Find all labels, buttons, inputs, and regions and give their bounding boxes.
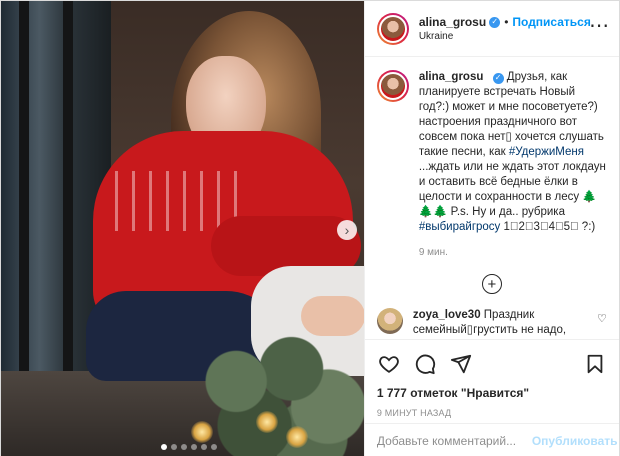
caption-text: alina_grosu ✓ Друзья, как планируете вст… bbox=[419, 70, 607, 260]
post-header: alina_grosu ✓ • Подписаться Ukraine ⋯ bbox=[364, 1, 619, 57]
follow-button[interactable]: Подписаться bbox=[512, 15, 590, 29]
carousel-dots bbox=[161, 444, 217, 450]
avatar[interactable] bbox=[376, 70, 409, 102]
caption-text-part: ...ждать или не ждать этот локдаун и ост… bbox=[418, 161, 606, 218]
fairy-light bbox=[286, 426, 308, 448]
hashtag-link[interactable]: #УдержиМеня bbox=[509, 146, 584, 158]
verified-badge-icon: ✓ bbox=[489, 16, 501, 28]
carousel-dot bbox=[211, 444, 217, 450]
avatar[interactable] bbox=[376, 12, 409, 45]
next-photo-button[interactable]: › bbox=[337, 220, 357, 240]
comment-item: zoya_love30 Праздник семейный▯грустить н… bbox=[376, 308, 607, 338]
instagram-post: › alina_grosu ✓ • Подписаться Ukraine ⋯ … bbox=[0, 0, 620, 456]
chevron-right-icon: › bbox=[344, 222, 350, 238]
share-paper-plane-icon[interactable] bbox=[449, 352, 473, 376]
carousel-dot bbox=[161, 444, 167, 450]
hand bbox=[301, 296, 364, 336]
bookmark-icon[interactable] bbox=[583, 352, 607, 376]
header-line: alina_grosu ✓ • Подписаться bbox=[419, 15, 591, 29]
fairy-light bbox=[191, 421, 213, 443]
carousel-dot bbox=[171, 444, 177, 450]
post-panel: alina_grosu ✓ • Подписаться Ukraine ⋯ al… bbox=[363, 1, 619, 456]
carousel-dot bbox=[181, 444, 187, 450]
header-text: alina_grosu ✓ • Подписаться Ukraine bbox=[419, 15, 591, 42]
likes-count[interactable]: 1 777 отметок "Нравится" bbox=[377, 386, 607, 400]
carousel-dot bbox=[201, 444, 207, 450]
caption-username[interactable]: alina_grosu bbox=[419, 71, 484, 83]
load-more-comments-button[interactable]: + bbox=[481, 274, 502, 294]
post-date: 9 МИНУТ НАЗАД bbox=[376, 408, 452, 418]
separator: • bbox=[504, 15, 509, 29]
username-link[interactable]: alina_grosu bbox=[419, 15, 486, 29]
comment-input[interactable] bbox=[376, 433, 532, 448]
fairy-light bbox=[256, 411, 278, 433]
comment-bubble-icon[interactable] bbox=[413, 352, 437, 376]
like-comment-heart-icon[interactable]: ♡ bbox=[597, 312, 607, 325]
publish-button[interactable]: Опубликовать bbox=[532, 434, 618, 448]
post-photo[interactable]: › bbox=[1, 1, 364, 456]
comments-area: alina_grosu ✓ Друзья, как планируете вст… bbox=[365, 58, 619, 338]
like-heart-icon[interactable] bbox=[377, 352, 401, 376]
carousel-dot bbox=[191, 444, 197, 450]
comment-text: zoya_love30 Праздник семейный▯грустить н… bbox=[413, 308, 583, 338]
commenter-avatar[interactable] bbox=[376, 308, 403, 334]
location-link[interactable]: Ukraine bbox=[419, 31, 591, 42]
caption-text-part: 1⃣2⃣3⃣4⃣5⃣ ?:) bbox=[500, 221, 596, 233]
verified-badge-icon: ✓ bbox=[492, 72, 504, 84]
more-options-icon[interactable]: ⋯ bbox=[589, 16, 609, 36]
plus-icon: + bbox=[487, 275, 497, 293]
action-icons bbox=[377, 350, 607, 378]
hashtag-link[interactable]: #выбирайгросу bbox=[419, 221, 500, 233]
comment-username[interactable]: zoya_love30 bbox=[413, 309, 481, 321]
caption-text-part: Друзья, как планируете встречать Новый г… bbox=[418, 71, 604, 158]
caption: alina_grosu ✓ Друзья, как планируете вст… bbox=[376, 70, 607, 260]
add-comment-bar: Опубликовать bbox=[364, 423, 619, 456]
post-actions: 1 777 отметок "Нравится" 9 МИНУТ НАЗАД bbox=[364, 339, 619, 418]
post-time[interactable]: 9 мин. bbox=[419, 245, 607, 260]
